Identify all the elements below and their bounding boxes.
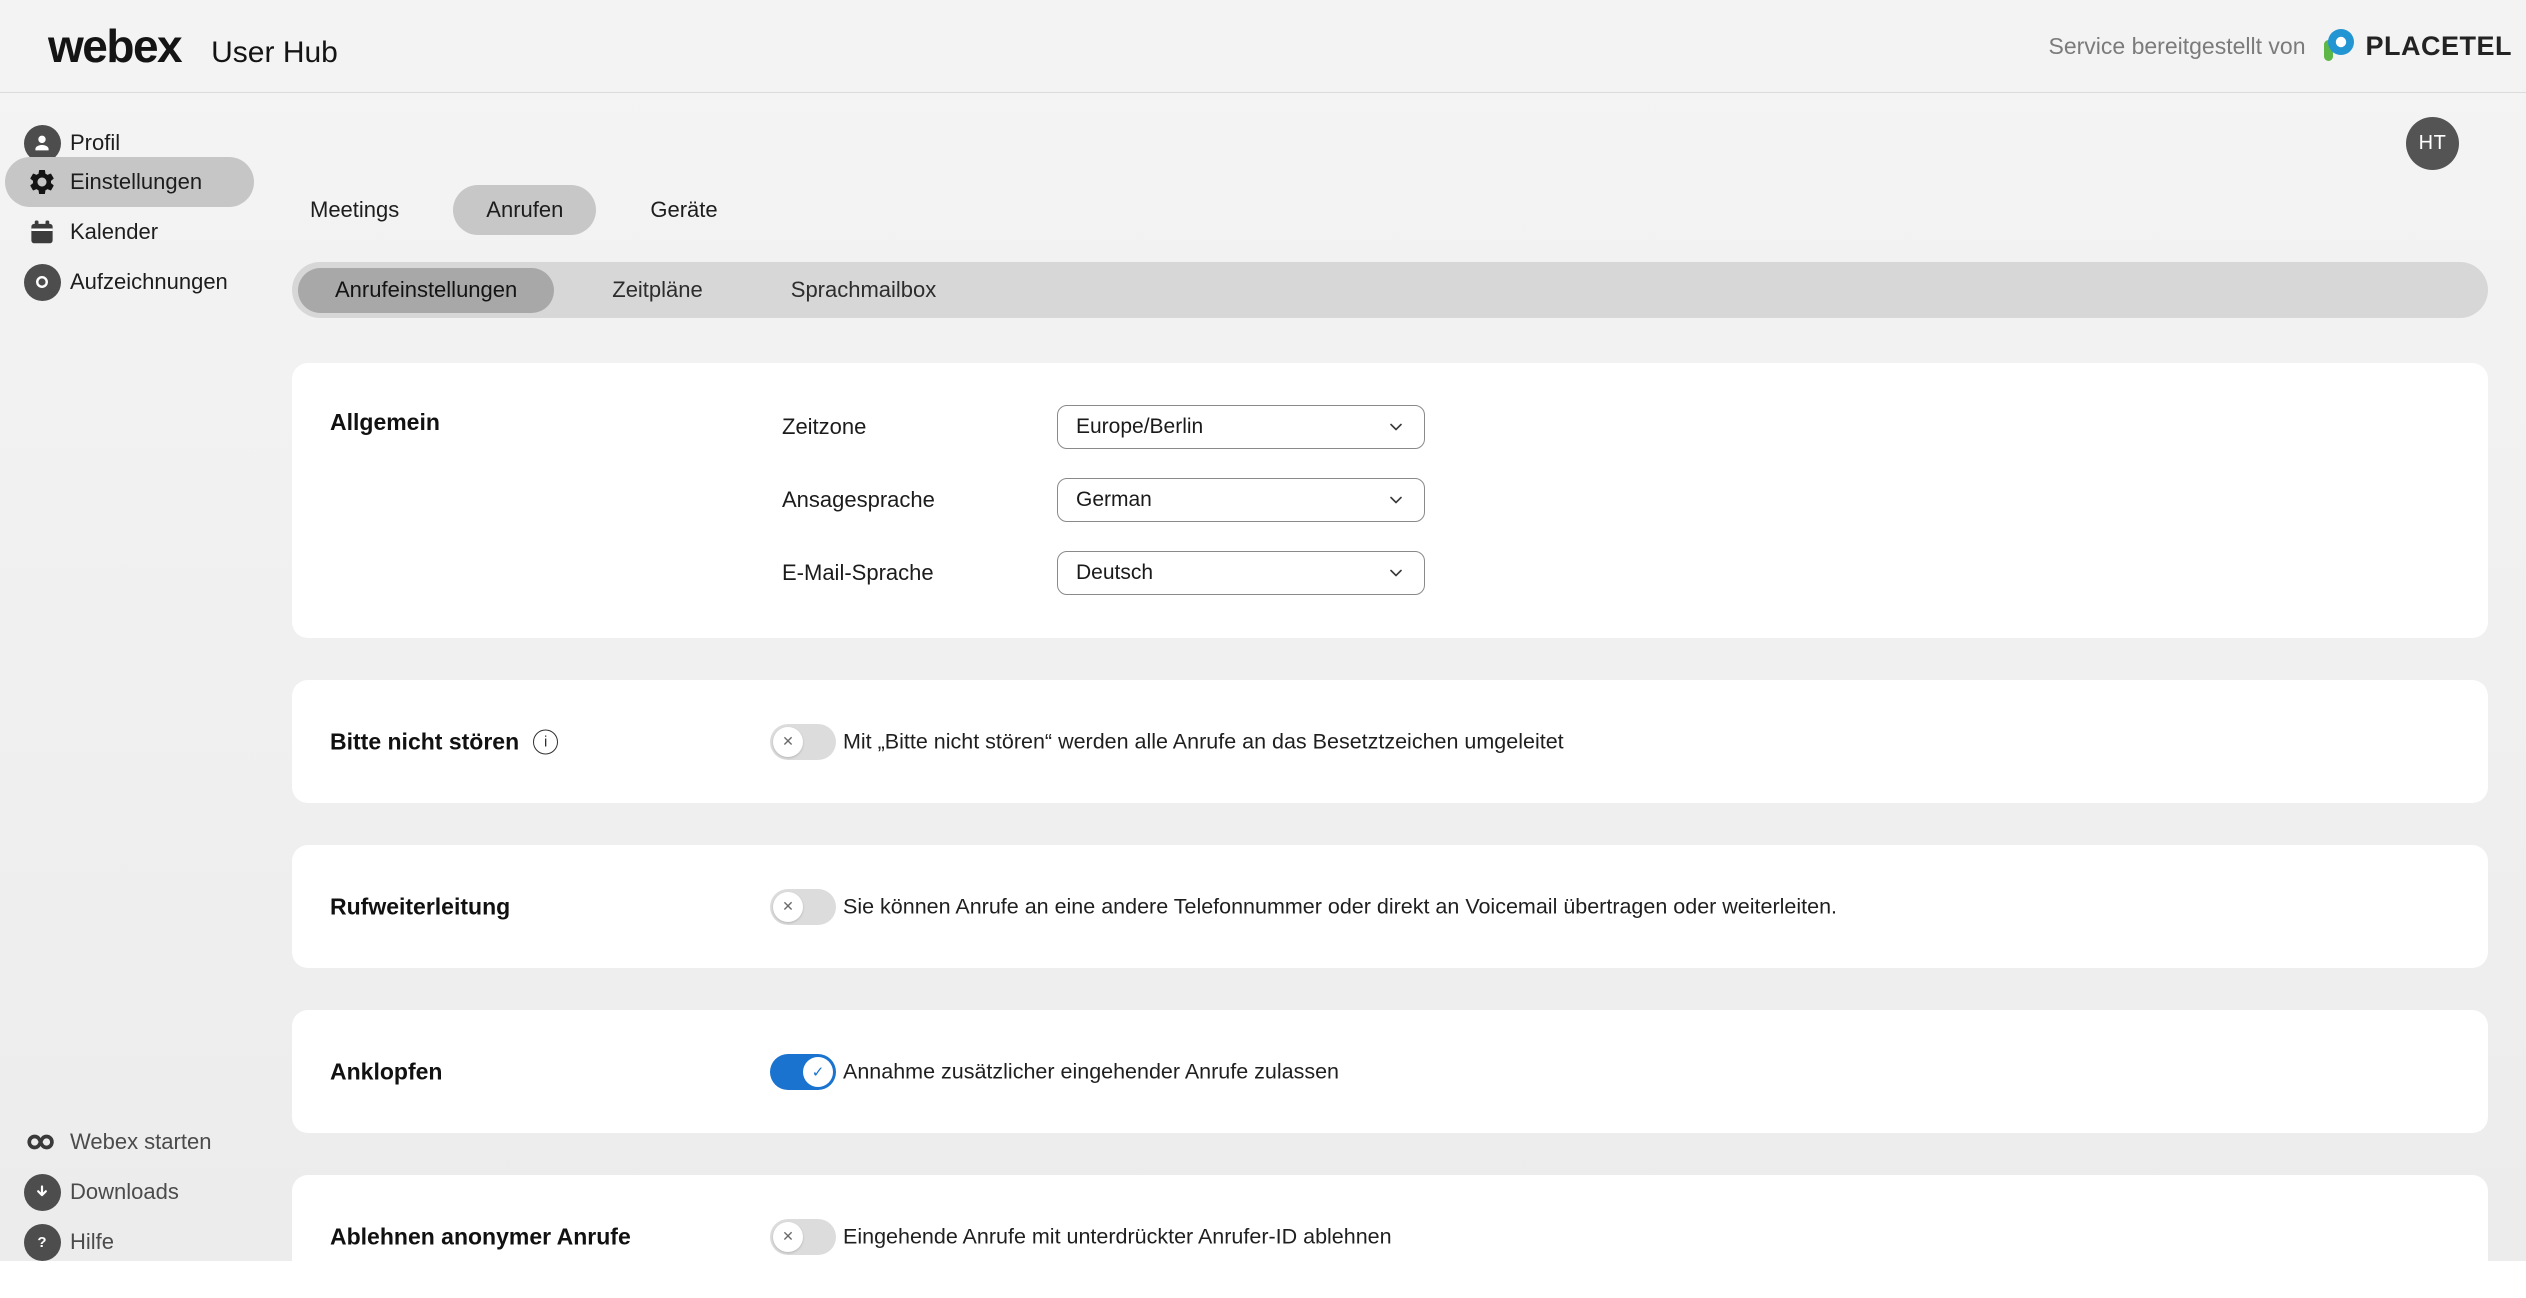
anonymous-call-rejection-toggle[interactable] xyxy=(770,1219,836,1255)
app-title: User Hub xyxy=(211,36,338,70)
sidebar-item-downloads[interactable]: Downloads xyxy=(0,1167,256,1217)
service-provided-text: Service bereitgestellt von xyxy=(2049,33,2306,60)
help-icon: ? xyxy=(23,1223,61,1261)
subtab-sprachmailbox[interactable]: Sprachmailbox xyxy=(747,268,981,313)
sidebar-item-label: Aufzeichnungen xyxy=(70,269,228,295)
toggle-on-check-icon xyxy=(803,1057,833,1087)
field-label: Ansagesprache xyxy=(782,478,935,522)
zeitzone-select[interactable]: Europe/Berlin xyxy=(1057,405,1425,449)
call-waiting-toggle[interactable] xyxy=(770,1054,836,1090)
subtab-bar: Anrufeinstellungen Zeitpläne Sprachmailb… xyxy=(292,262,2488,318)
toggle-description: Annahme zusätzlicher eingehender Anrufe … xyxy=(843,1059,1339,1084)
dnd-toggle[interactable] xyxy=(770,724,836,760)
call-forwarding-card: Rufweiterleitung Sie können Anrufe an ei… xyxy=(292,845,2488,968)
ansagesprache-select[interactable]: German xyxy=(1057,478,1425,522)
placetel-logo: PLACETEL xyxy=(2319,27,2512,65)
provider-name: PLACETEL xyxy=(2365,31,2512,62)
main-tabs: Meetings Anrufen Geräte xyxy=(296,185,772,235)
select-value: German xyxy=(1076,488,1386,512)
download-icon xyxy=(23,1173,61,1211)
toggle-off-x-icon xyxy=(773,1222,803,1252)
toggle-description: Mit „Bitte nicht stören“ werden alle Anr… xyxy=(843,729,1564,754)
sidebar-item-label: Downloads xyxy=(70,1179,179,1205)
toggle-off-x-icon xyxy=(773,727,803,757)
sidebar-item-label: Profil xyxy=(70,130,120,156)
call-forwarding-toggle[interactable] xyxy=(770,889,836,925)
chevron-down-icon xyxy=(1386,417,1406,437)
sidebar-item-webex-starten[interactable]: Webex starten xyxy=(0,1117,256,1167)
section-title: Bitte nicht stören xyxy=(330,728,519,755)
ansagesprache-row: Ansagesprache German xyxy=(292,478,2488,522)
tab-anrufen[interactable]: Anrufen xyxy=(453,185,596,235)
toggle-off-x-icon xyxy=(773,892,803,922)
toggle-description: Sie können Anrufe an eine andere Telefon… xyxy=(843,894,1837,919)
email-sprache-row: E-Mail-Sprache Deutsch xyxy=(292,551,2488,595)
brand: webex User Hub xyxy=(48,19,338,73)
call-waiting-card: Anklopfen Annahme zusätzlicher eingehend… xyxy=(292,1010,2488,1133)
sidebar-item-label: Hilfe xyxy=(70,1229,114,1255)
sidebar-item-label: Einstellungen xyxy=(70,169,202,195)
gear-icon xyxy=(23,163,61,201)
anonymous-call-rejection-card: Ablehnen anonymer Anrufe Eingehende Anru… xyxy=(292,1175,2488,1298)
section-title: Anklopfen xyxy=(330,1058,442,1085)
chevron-down-icon xyxy=(1386,490,1406,510)
webex-logo: webex xyxy=(48,19,181,73)
svg-text:?: ? xyxy=(37,1234,46,1251)
app-header: webex User Hub Service bereitgestellt vo… xyxy=(0,0,2526,93)
sidebar-item-hilfe[interactable]: ? Hilfe xyxy=(0,1217,256,1267)
dnd-card: Bitte nicht stören Mit „Bitte nicht stör… xyxy=(292,680,2488,803)
record-icon xyxy=(23,263,61,301)
tab-geraete[interactable]: Geräte xyxy=(636,185,731,235)
service-provider-area: Service bereitgestellt von PLACETEL xyxy=(2049,27,2512,65)
zeitzone-row: Zeitzone Europe/Berlin xyxy=(292,405,2488,449)
calendar-icon xyxy=(23,213,61,251)
toggle-description: Eingehende Anrufe mit unterdrückter Anru… xyxy=(843,1224,1392,1249)
sidebar-item-label: Webex starten xyxy=(70,1129,211,1155)
info-icon[interactable] xyxy=(533,729,558,754)
select-value: Europe/Berlin xyxy=(1076,415,1386,439)
avatar[interactable]: HT xyxy=(2406,117,2459,170)
tab-meetings[interactable]: Meetings xyxy=(296,185,413,235)
sidebar-item-kalender[interactable]: Kalender xyxy=(0,207,256,257)
sidebar-item-label: Kalender xyxy=(70,219,158,245)
section-title: Ablehnen anonymer Anrufe xyxy=(330,1223,631,1250)
placetel-logo-icon xyxy=(2319,27,2357,65)
subtab-zeitplaene[interactable]: Zeitpläne xyxy=(568,268,747,313)
webex-icon xyxy=(23,1123,61,1161)
subtab-anrufeinstellungen[interactable]: Anrufeinstellungen xyxy=(298,268,554,313)
field-label: E-Mail-Sprache xyxy=(782,551,934,595)
field-label: Zeitzone xyxy=(782,405,866,449)
email-sprache-select[interactable]: Deutsch xyxy=(1057,551,1425,595)
select-value: Deutsch xyxy=(1076,561,1386,585)
webex-user-hub-app: webex User Hub Service bereitgestellt vo… xyxy=(0,0,2526,1261)
sidebar: Profil Einstellungen Kalender xyxy=(0,93,290,1261)
allgemein-card: Allgemein Zeitzone Europe/Berlin Ansages… xyxy=(292,363,2488,638)
sidebar-item-aufzeichnungen[interactable]: Aufzeichnungen xyxy=(0,257,256,307)
sidebar-item-einstellungen[interactable]: Einstellungen xyxy=(5,157,254,207)
chevron-down-icon xyxy=(1386,563,1406,583)
section-title: Rufweiterleitung xyxy=(330,893,510,920)
